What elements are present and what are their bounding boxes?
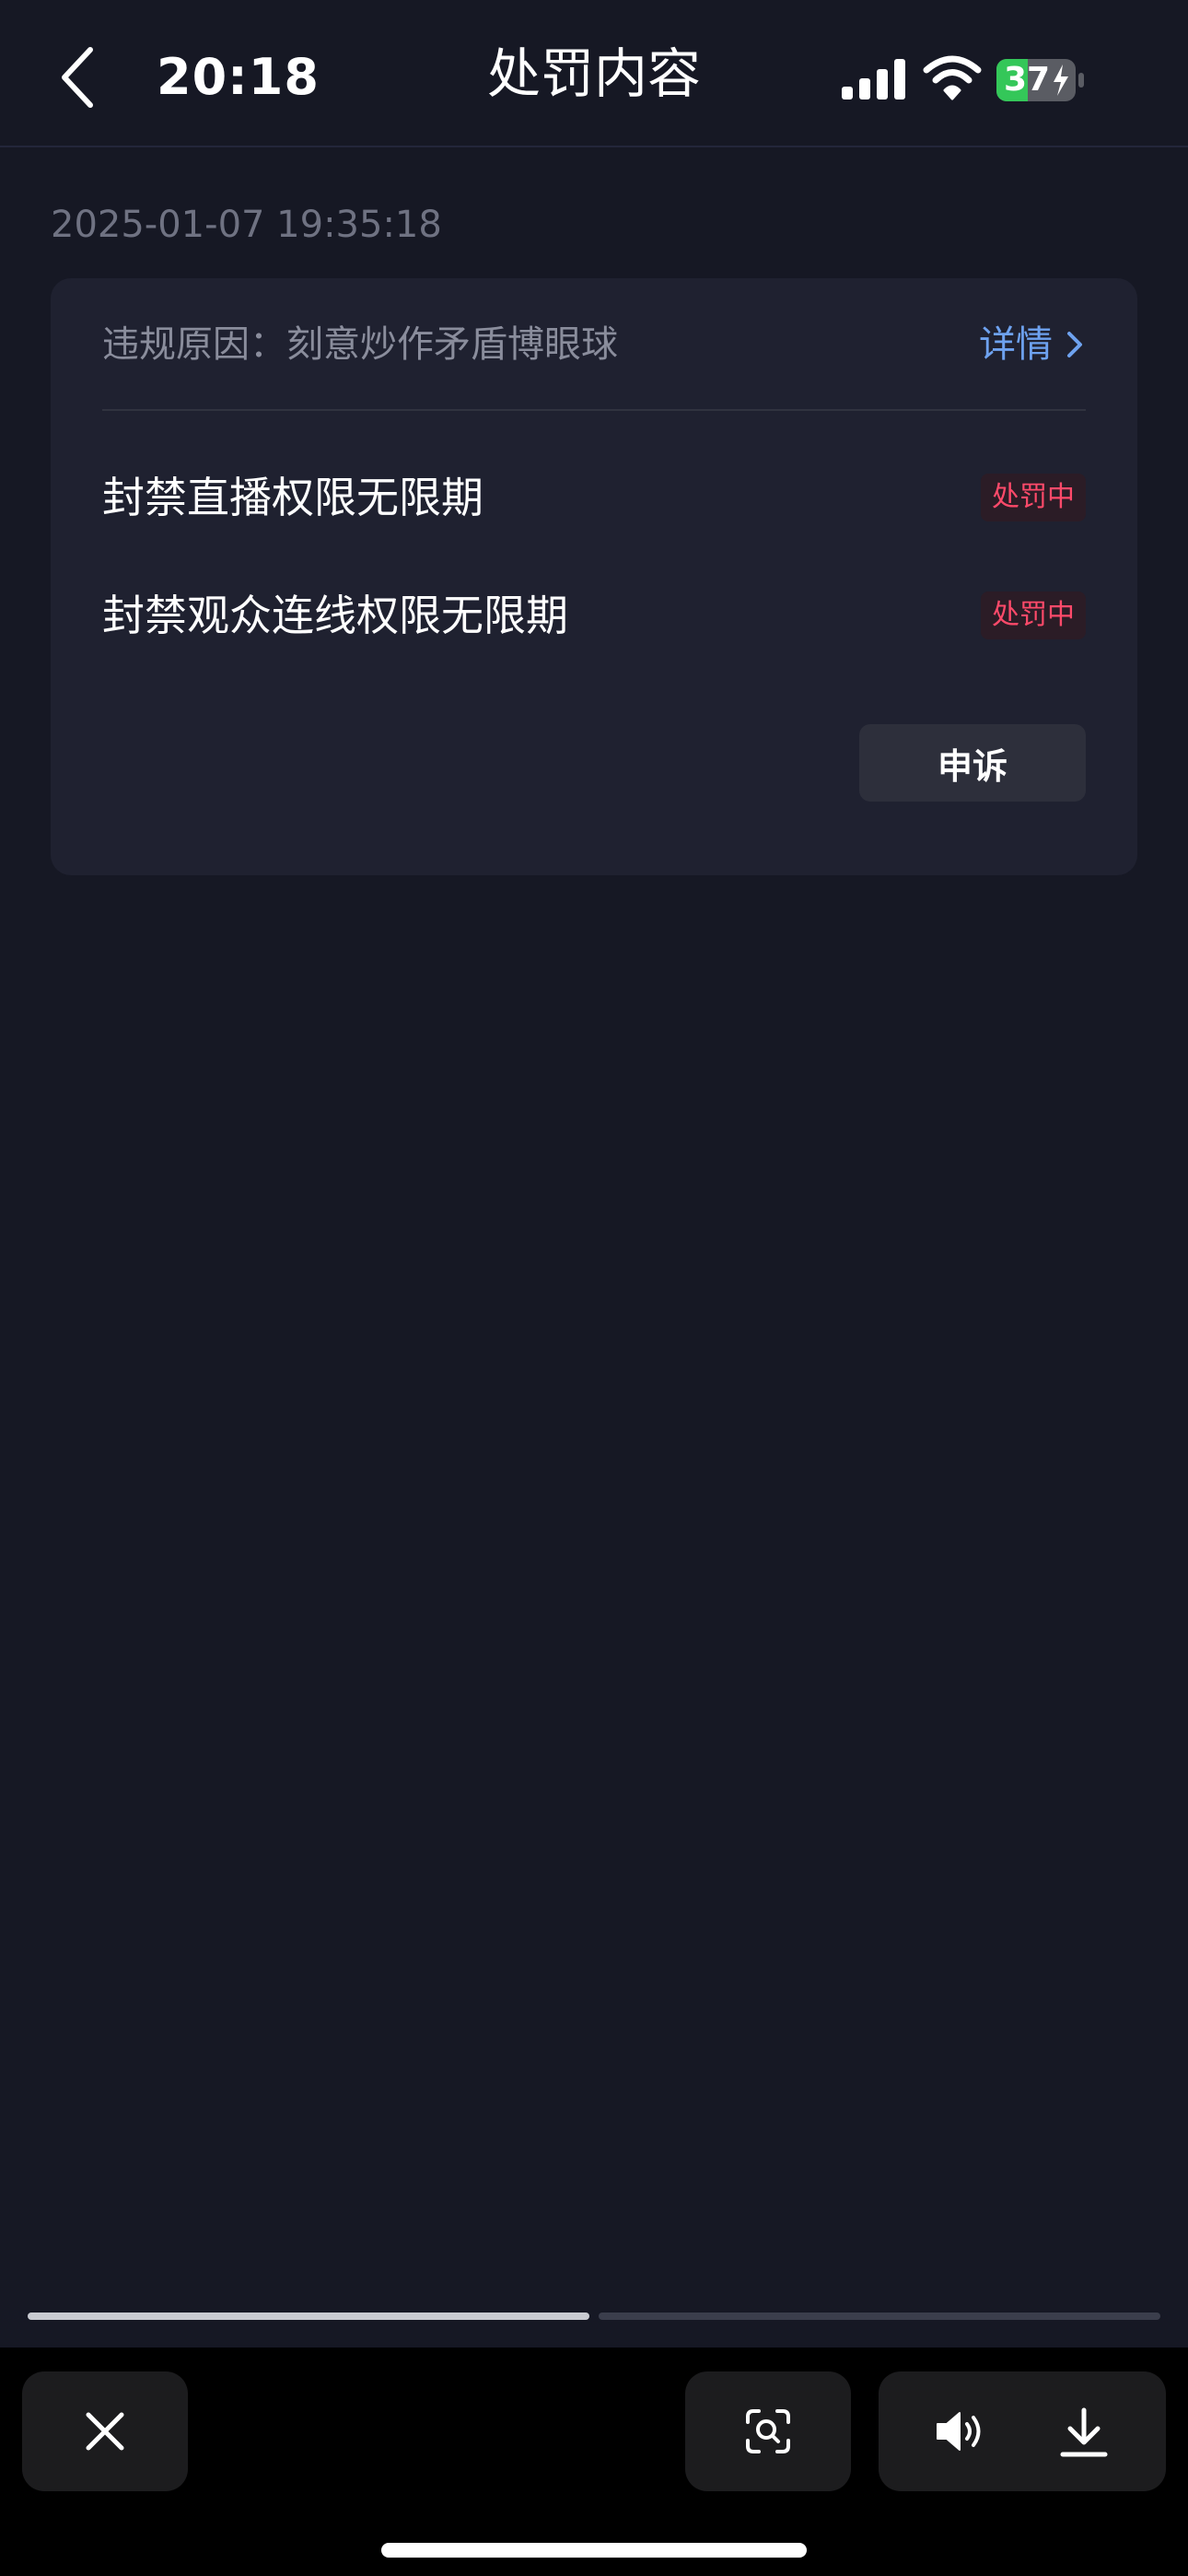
story-progress-segment	[599, 2313, 1160, 2320]
chevron-right-icon	[1067, 332, 1082, 357]
story-progress-segment	[28, 2313, 589, 2320]
status-badge: 处罚中	[981, 591, 1086, 639]
appeal-button[interactable]: 申诉	[859, 724, 1086, 802]
violation-reason: 违规原因：刻意炒作矛盾博眼球	[102, 323, 618, 366]
download-icon[interactable]	[1059, 2406, 1109, 2458]
back-arrow-icon[interactable]	[52, 41, 107, 114]
divider	[102, 409, 1086, 411]
penalty-item: 封禁直播权限无限期 处罚中	[102, 459, 1086, 536]
battery-indicator: 37	[996, 59, 1085, 101]
cellular-signal-icon	[842, 59, 905, 100]
home-indicator[interactable]	[381, 2543, 807, 2558]
top-bar: 20:18 处罚内容 37	[0, 0, 1188, 147]
media-controls	[879, 2371, 1166, 2491]
details-label: 详情	[979, 323, 1053, 366]
record-timestamp: 2025-01-07 19:35:18	[51, 204, 442, 246]
status-badge: 处罚中	[981, 474, 1086, 521]
penalty-card: 违规原因：刻意炒作矛盾博眼球 详情 封禁直播权限无限期 处罚中 封禁观众连线权限…	[51, 278, 1137, 875]
penalty-text: 封禁直播权限无限期	[102, 473, 483, 522]
status-bar-time: 20:18	[157, 48, 320, 106]
close-icon	[86, 2412, 124, 2451]
close-button[interactable]	[22, 2371, 188, 2491]
battery-level: 37	[1004, 61, 1051, 99]
penalty-item: 封禁观众连线权限无限期 处罚中	[102, 577, 1086, 654]
visual-search-icon	[746, 2409, 790, 2453]
penalty-text: 封禁观众连线权限无限期	[102, 591, 568, 640]
details-link[interactable]: 详情	[979, 315, 1086, 374]
visual-search-button[interactable]	[685, 2371, 851, 2491]
speaker-icon[interactable]	[934, 2408, 989, 2454]
wifi-icon	[923, 55, 982, 100]
story-progress-fill	[28, 2313, 589, 2320]
